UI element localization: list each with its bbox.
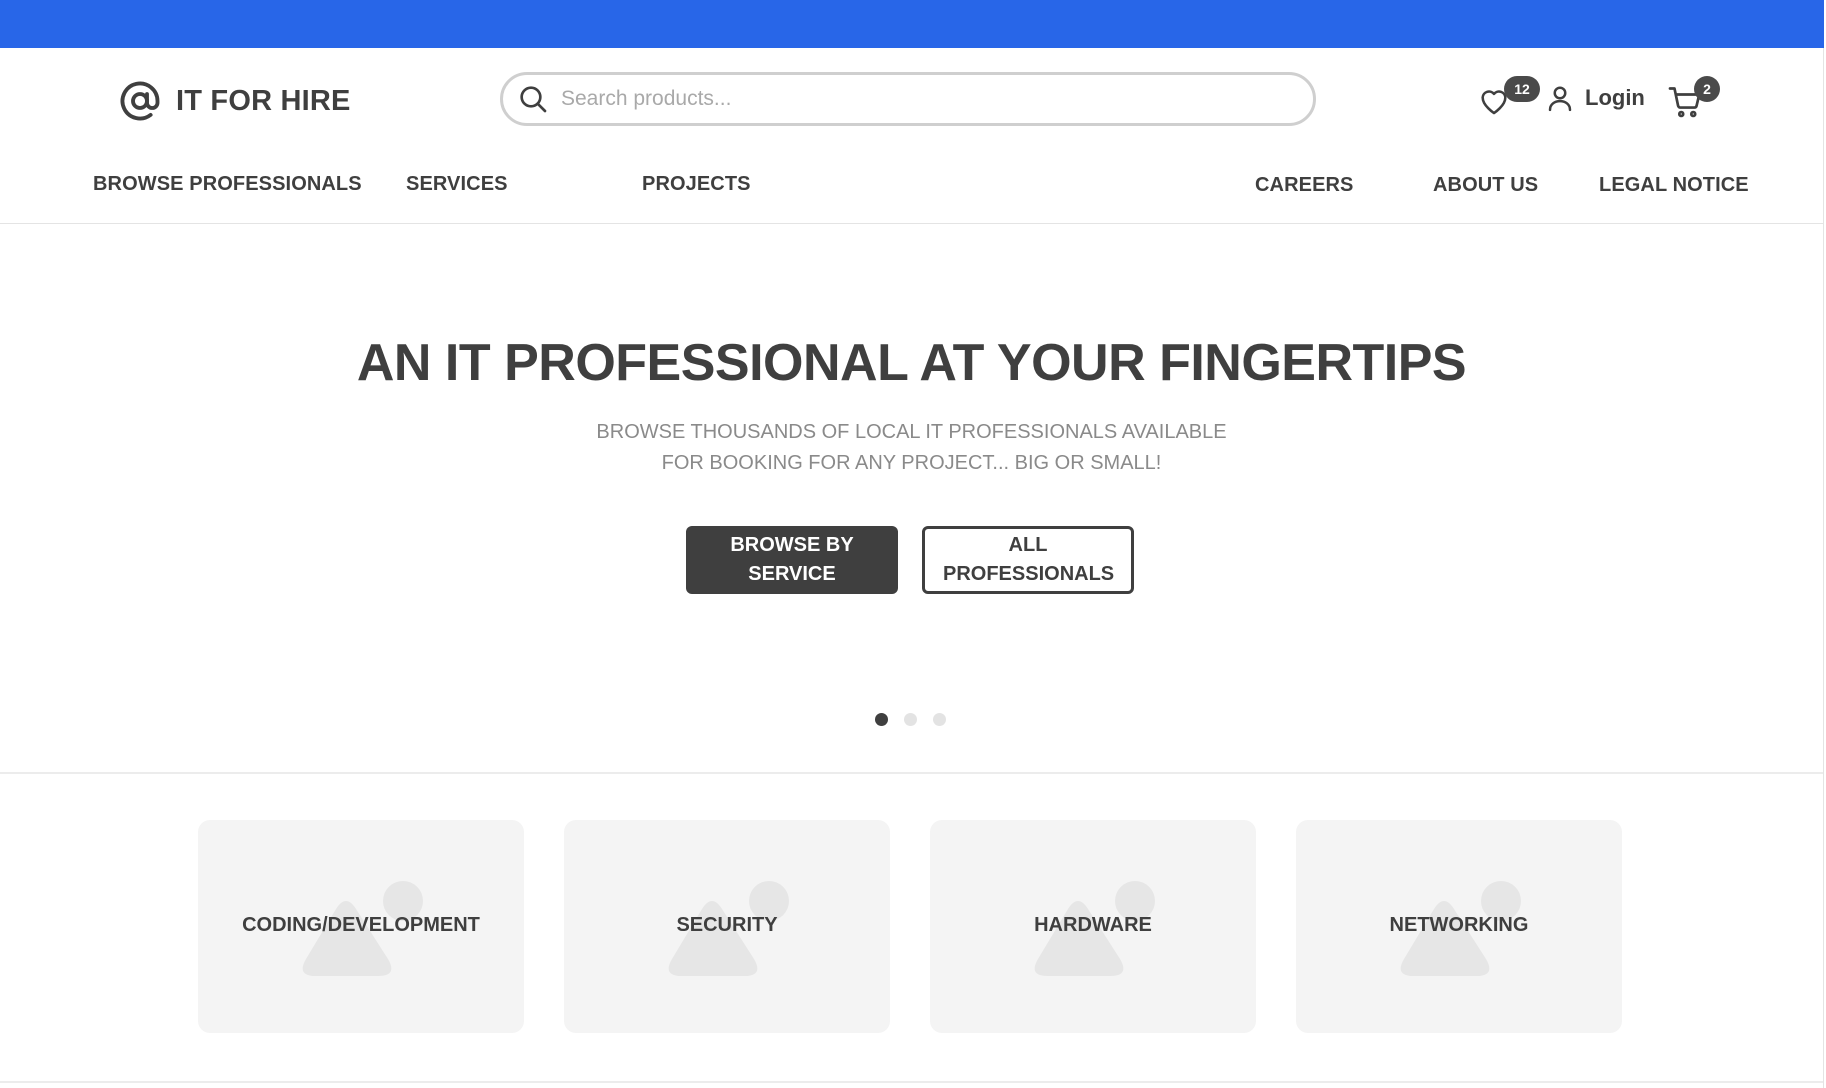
category-card-security[interactable]: SECURITY: [564, 820, 890, 1033]
category-card-networking[interactable]: NETWORKING: [1296, 820, 1622, 1033]
hero-title: AN IT PROFESSIONAL AT YOUR FINGERTIPS: [356, 334, 1467, 392]
search-bar[interactable]: [500, 72, 1316, 126]
hero-divider: [0, 772, 1823, 774]
login-button[interactable]: Login: [1545, 82, 1645, 114]
login-label: Login: [1585, 85, 1645, 110]
nav-about-us[interactable]: ABOUT US: [1433, 174, 1538, 197]
nav-careers[interactable]: CAREERS: [1255, 174, 1354, 197]
nav-services[interactable]: SERVICES: [406, 173, 508, 196]
wishlist-count-badge: 12: [1504, 76, 1540, 102]
hero-subtitle-line-2: FOR BOOKING FOR ANY PROJECT... BIG OR SM…: [661, 452, 1162, 474]
category-label: CODING/DEVELOPMENT: [242, 914, 480, 936]
category-card-hardware[interactable]: HARDWARE: [930, 820, 1256, 1033]
brand-name: IT FOR HIRE: [176, 84, 351, 117]
search-input[interactable]: [559, 86, 1263, 112]
nav-browse-professionals[interactable]: BROWSE PROFESSIONALS: [93, 173, 362, 196]
wishlist-button[interactable]: 12: [1477, 76, 1540, 120]
user-icon: [1548, 86, 1572, 112]
category-label: HARDWARE: [1034, 914, 1152, 936]
search-icon: [520, 86, 547, 113]
browse-by-service-label: BROWSE BY SERVICE: [730, 534, 854, 585]
top-accent-bar: [0, 0, 1824, 48]
category-card-coding-development[interactable]: CODING/DEVELOPMENT: [198, 820, 524, 1033]
all-professionals-label: ALL PROFESSIONALS: [943, 534, 1115, 585]
categories-divider: [0, 1081, 1823, 1083]
at-sign-logo-icon: [120, 81, 160, 121]
cart-count-badge: 2: [1694, 76, 1720, 102]
carousel-dot-3[interactable]: [933, 713, 946, 726]
page: IT FOR HIRE 12 Login 2 BROWSE PROFESSI: [0, 48, 1824, 1088]
browse-by-service-button[interactable]: BROWSE BY SERVICE: [686, 526, 898, 594]
cart-button[interactable]: 2: [1667, 76, 1720, 120]
carousel-dot-1[interactable]: [875, 713, 888, 726]
hero-subtitle-line-1: BROWSE THOUSANDS OF LOCAL IT PROFESSIONA…: [596, 421, 1227, 443]
brand-logo[interactable]: IT FOR HIRE: [119, 80, 351, 122]
nav-legal-notice[interactable]: LEGAL NOTICE: [1599, 174, 1749, 197]
category-label: SECURITY: [676, 914, 778, 936]
nav-divider: [0, 223, 1823, 224]
category-label: NETWORKING: [1389, 914, 1529, 936]
all-professionals-button[interactable]: ALL PROFESSIONALS: [922, 526, 1134, 594]
nav-projects[interactable]: PROJECTS: [642, 173, 751, 196]
carousel-dot-2[interactable]: [904, 713, 917, 726]
